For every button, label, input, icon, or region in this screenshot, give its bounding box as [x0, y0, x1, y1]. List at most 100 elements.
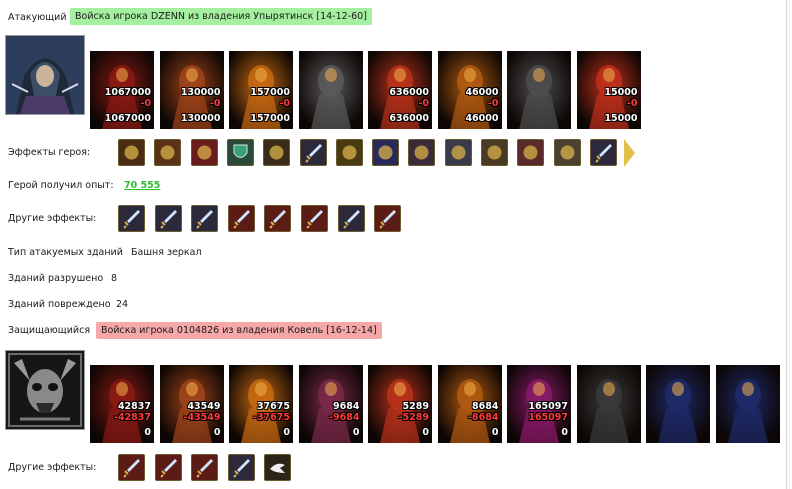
- defender-army-title[interactable]: Войска игрока 0104826 из владения Ковель…: [96, 322, 382, 339]
- unit-loss: -0: [279, 98, 290, 109]
- armor-icon[interactable]: [481, 139, 508, 166]
- unit-remain: 157000: [250, 113, 290, 124]
- attacker-hero-portrait[interactable]: [5, 35, 85, 115]
- hand-spell-icon[interactable]: [372, 139, 400, 166]
- unit-card-demon-lord[interactable]: 165097 165097 0: [507, 365, 571, 443]
- experience-value[interactable]: 70 555: [124, 180, 160, 192]
- unit-card-shadow-wraith[interactable]: [576, 365, 641, 443]
- sword-red-icon[interactable]: [118, 454, 145, 481]
- sword-red-icon[interactable]: [154, 454, 182, 481]
- unit-count: 157000: [250, 87, 290, 98]
- unit-count: 43549: [187, 401, 221, 412]
- unit-card-red-beast[interactable]: 1067000 -0 1067000: [90, 51, 154, 129]
- unit-card-fire-golem[interactable]: 157000 -0 157000: [229, 51, 293, 129]
- sword-red-icon[interactable]: [191, 454, 219, 481]
- sword-red-icon[interactable]: [374, 205, 402, 232]
- unit-remain: 15000: [604, 113, 638, 124]
- unit-loss: -0: [209, 98, 221, 109]
- unit-remain: 0: [283, 427, 290, 438]
- unit-loss: -0: [418, 98, 429, 109]
- unit-remain: 0: [422, 427, 429, 438]
- demon-skull-icon: [6, 351, 84, 429]
- handshake-gold-icon[interactable]: [335, 139, 363, 166]
- sword-blue-icon[interactable]: [118, 205, 145, 232]
- unit-loss: -0: [140, 98, 151, 109]
- handshake-icon[interactable]: [263, 139, 291, 166]
- spike-tower-icon: [715, 365, 780, 443]
- unit-count: 5289: [402, 401, 429, 412]
- sword-red-icon[interactable]: [227, 205, 255, 232]
- unit-count: 15000: [604, 87, 638, 98]
- sword-red-icon[interactable]: [301, 205, 328, 232]
- unit-loss: 165097: [528, 412, 568, 423]
- skull-helmet-icon[interactable]: [408, 139, 436, 166]
- sword-green-icon[interactable]: [299, 139, 327, 166]
- hooded-hero-icon: [6, 36, 84, 114]
- unit-count: 1067000: [104, 87, 151, 98]
- unit-remain: 0: [144, 427, 151, 438]
- pentagram-icon[interactable]: [444, 139, 472, 166]
- unit-count: 165097: [528, 401, 568, 412]
- dice-icon[interactable]: [190, 139, 218, 166]
- window-border-inner: [789, 0, 790, 489]
- unit-card-flame-warrior[interactable]: 46000 -0 46000: [437, 51, 502, 129]
- shield-icon[interactable]: [226, 139, 254, 166]
- unit-loss: -43549: [183, 412, 221, 423]
- unit-remain: 0: [491, 427, 499, 438]
- blade-icon[interactable]: [589, 139, 617, 166]
- tent-icon[interactable]: [553, 139, 581, 166]
- unit-card-flame-warrior[interactable]: 8684 -8684 0: [437, 365, 502, 443]
- unit-count: 130000: [180, 87, 221, 98]
- unit-remain: 130000: [180, 113, 221, 124]
- defender-label: Защищающийся: [8, 325, 91, 336]
- defender-other-effects-label: Другие эффекты:: [8, 462, 97, 473]
- sword-blue-icon[interactable]: [154, 205, 182, 232]
- unit-loss: -5289: [398, 412, 429, 423]
- unit-card-lava-demon[interactable]: 5289 -5289 0: [368, 365, 432, 443]
- unit-remain: 636000: [389, 113, 429, 124]
- unit-card-lava-demon[interactable]: 636000 -0 636000: [368, 51, 432, 129]
- scroll-right-arrow[interactable]: [624, 139, 635, 167]
- unit-remain: 0: [561, 427, 568, 438]
- unit-loss: -8684: [468, 412, 499, 423]
- unit-count: 42837: [117, 401, 151, 412]
- crossbow-icon[interactable]: [517, 139, 545, 166]
- unit-count: 8684: [472, 401, 499, 412]
- buildings-damaged-value: 24: [116, 299, 129, 310]
- unit-card-spike-tower[interactable]: [715, 365, 780, 443]
- unit-remain: 46000: [465, 113, 499, 124]
- unit-card-stone-minotaur[interactable]: [507, 51, 571, 129]
- unit-count: 37675: [256, 401, 290, 412]
- sword-blue-icon[interactable]: [337, 205, 365, 232]
- unit-loss: -37675: [253, 412, 290, 423]
- unit-card-bone-dragon[interactable]: 9684 -9684 0: [298, 365, 363, 443]
- unit-remain: 0: [213, 427, 221, 438]
- unit-loss: -9684: [329, 412, 360, 423]
- helmet-icon[interactable]: [154, 139, 182, 166]
- defender-hero-portrait[interactable]: [5, 350, 85, 430]
- buildings-destroyed-label: Зданий разрушено: [8, 273, 104, 284]
- building-type-value: Башня зеркал: [131, 247, 202, 258]
- sword-blue-icon[interactable]: [191, 205, 219, 232]
- spike-tower-icon: [646, 365, 710, 443]
- unit-count: 636000: [389, 87, 429, 98]
- unit-remain: 0: [352, 427, 360, 438]
- buildings-destroyed-value: 8: [111, 273, 118, 284]
- unit-card-fire-mage[interactable]: 15000 -0 15000: [576, 51, 641, 129]
- dove-icon[interactable]: [264, 454, 292, 481]
- unit-card-fire-skeleton[interactable]: 130000 -0 130000: [159, 51, 224, 129]
- unit-loss: -0: [487, 98, 499, 109]
- unit-loss: -42837: [114, 412, 151, 423]
- building-type-label: Тип атакуемых зданий: [8, 247, 123, 258]
- attacker-army-title[interactable]: Войска игрока DZENN из владения Упырятин…: [70, 8, 372, 25]
- unit-loss: -0: [626, 98, 638, 109]
- unit-card-red-beast[interactable]: 42837 -42837 0: [90, 365, 154, 443]
- unit-card-fire-skeleton[interactable]: 43549 -43549 0: [159, 365, 224, 443]
- unit-card-stone-gargoyle[interactable]: [298, 51, 363, 129]
- sword-blue-icon[interactable]: [227, 454, 255, 481]
- bag-icon[interactable]: [118, 139, 145, 166]
- sword-red-icon[interactable]: [264, 205, 292, 232]
- unit-card-spike-tower[interactable]: [646, 365, 710, 443]
- unit-card-fire-golem[interactable]: 37675 -37675 0: [229, 365, 293, 443]
- attacker-other-effects-label: Другие эффекты:: [8, 213, 97, 224]
